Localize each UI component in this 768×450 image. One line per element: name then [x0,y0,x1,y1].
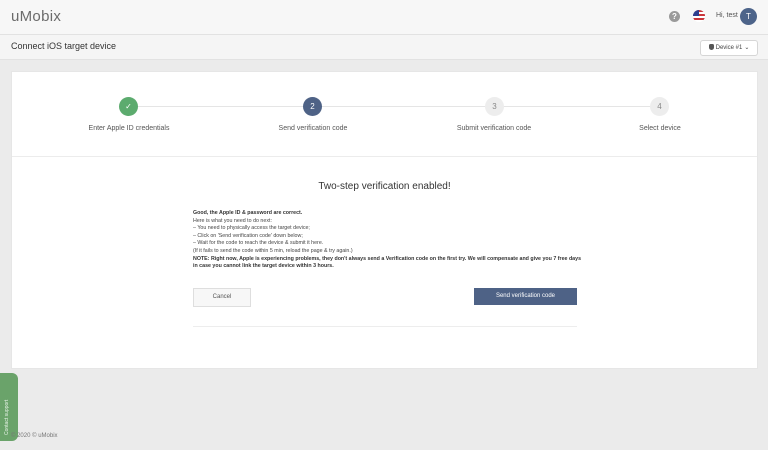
divider [193,326,577,327]
top-bar: uMobix ? Hi, test T [0,0,768,35]
step-3-label: Submit verification code [456,125,532,132]
cancel-button[interactable]: Cancel [193,288,251,307]
note-text: NOTE: Right now, Apple is experiencing p… [193,255,582,270]
step-1-label: Enter Apple ID credentials [88,125,170,132]
device-select-value: Device #1 [715,45,743,51]
stepper-line [119,106,669,107]
instruction-line: – Wait for the code to reach the device … [193,240,324,247]
step-4-label: Select device [639,125,681,132]
logo[interactable]: uMobix [11,8,61,25]
instruction-line: Good, the Apple ID & password are correc… [193,210,303,216]
main-card: ✓ Enter Apple ID credentials 2 Send veri… [11,71,758,369]
instruction-line: – You need to physically access the targ… [193,225,310,232]
avatar[interactable]: T [740,8,757,25]
apple-icon [708,44,714,51]
check-icon: ✓ [125,102,132,111]
instruction-line: – Click on 'Send verification code' down… [193,232,303,239]
question-icon[interactable]: ? [669,11,680,22]
device-select[interactable]: Device #1 ⌄ [700,40,758,56]
user-greeting: Hi, test [716,12,738,19]
step-3-circle: 3 [485,97,504,116]
instructions: Good, the Apple ID & password are correc… [193,210,583,271]
step-1-circle: ✓ [119,97,138,116]
send-verification-code-button[interactable]: Send verification code [474,288,577,305]
step-4-circle: 4 [650,97,669,116]
section-title: Two-step verification enabled! [318,181,451,192]
step-2-circle: 2 [303,97,322,116]
instruction-line: (If it fails to send the code within 5 m… [193,247,353,254]
page-title: Connect iOS target device [11,41,117,51]
step-2-label: Send verification code [278,125,348,132]
footer-copyright: © 2020 © uMobix [11,433,58,439]
contact-support-label: Contact support [4,399,10,435]
sub-header: Connect iOS target device Device #1 ⌄ [0,35,768,60]
instruction-line: Here is what you need to do next: [193,217,272,224]
divider [12,156,757,157]
us-flag-icon[interactable] [693,10,705,22]
contact-support-tab[interactable]: Contact support [0,373,18,441]
chevron-down-icon: ⌄ [744,45,750,51]
